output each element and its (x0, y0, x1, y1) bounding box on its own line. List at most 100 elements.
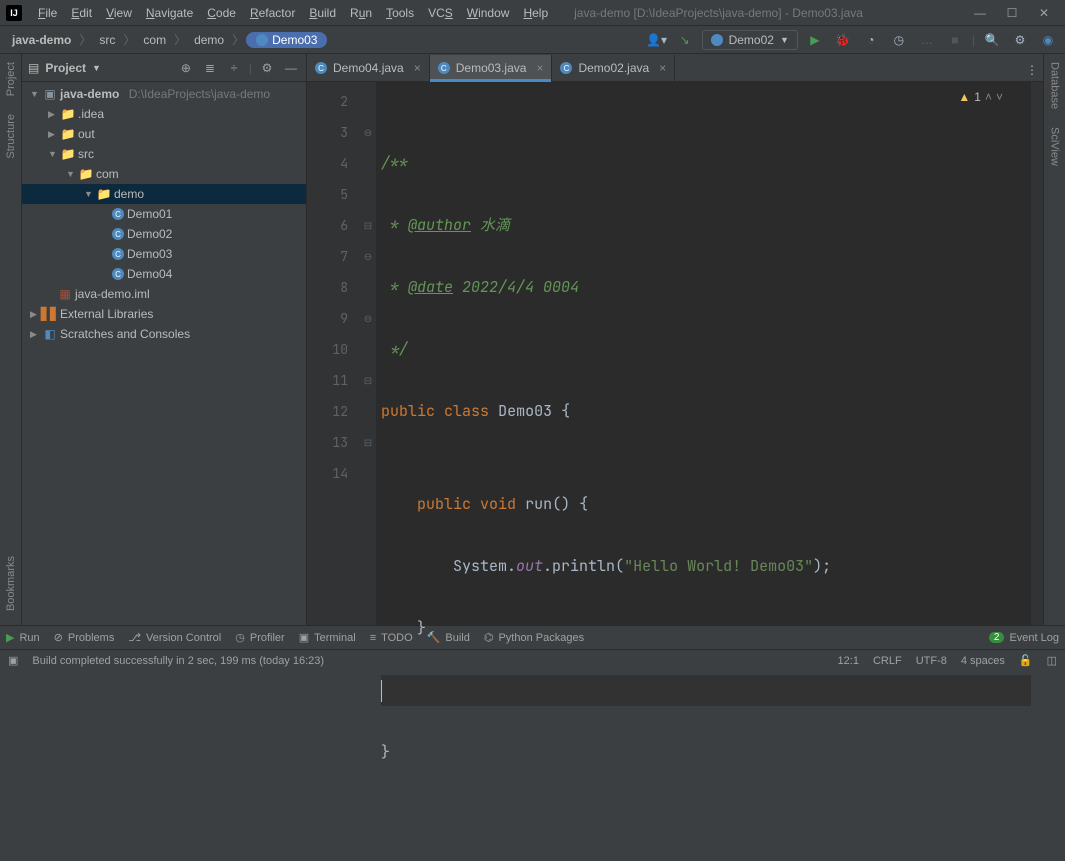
crumb-src[interactable]: src (93, 31, 121, 49)
coverage-button[interactable]: ◔ (860, 29, 882, 51)
expand-all-icon[interactable]: ≣ (201, 59, 219, 77)
menu-edit[interactable]: Edit (65, 4, 98, 22)
run-button[interactable]: ▶ (804, 29, 826, 51)
tab-options-icon[interactable]: ⋮ (1021, 59, 1043, 81)
editor-tab-demo03[interactable]: C Demo03.java × (430, 55, 553, 81)
editor-tab-demo02[interactable]: C Demo02.java × (552, 55, 675, 81)
inspection-badge[interactable]: ▲ 1 ˄ ˅ (958, 90, 1003, 104)
chevron-right-icon: 〉 (77, 31, 93, 48)
menu-help[interactable]: Help (517, 4, 554, 22)
chevron-down-icon[interactable]: ▼ (92, 63, 101, 73)
code-editor[interactable]: /** * @author 水滴 * @date 2022/4/4 0004 *… (377, 82, 1031, 625)
editor-gutter: 234 567 8910 111213 14 ⊖ ⊟⊖ ⊖ ⊟ ⊟ (307, 82, 377, 625)
tree-file-demo01[interactable]: C Demo01 (22, 204, 306, 224)
tw-vcs[interactable]: ⎇Version Control (128, 631, 221, 644)
crumb-demo[interactable]: demo (188, 31, 230, 49)
menu-build[interactable]: Build (303, 4, 342, 22)
tree-file-demo04[interactable]: C Demo04 (22, 264, 306, 284)
tree-iml[interactable]: ▦ java-demo.iml (22, 284, 306, 304)
users-icon[interactable]: 👤▾ (646, 29, 668, 51)
chevron-up-icon[interactable]: ˄ (985, 90, 992, 104)
close-tab-icon[interactable]: × (659, 61, 666, 75)
class-icon: C (560, 62, 572, 74)
close-button[interactable]: ✕ (1037, 6, 1051, 20)
code-line (381, 675, 1031, 706)
tree-idea[interactable]: ▶ 📁 .idea (22, 104, 306, 124)
tree-out[interactable]: ▶ 📁 out (22, 124, 306, 144)
menu-code[interactable]: Code (201, 4, 242, 22)
breadcrumb: java-demo 〉 src 〉 com 〉 demo 〉 Demo03 (6, 31, 646, 49)
search-icon[interactable]: 🔍 (981, 29, 1003, 51)
chevron-down-icon[interactable]: ˅ (996, 90, 1003, 104)
crumb-class[interactable]: Demo03 (246, 32, 327, 48)
tree-label: com (96, 167, 119, 181)
tree-label: External Libraries (60, 307, 153, 321)
source-folder-icon: 📁 (61, 147, 75, 161)
code-line: } (381, 737, 1031, 768)
tree-project-root[interactable]: ▼ ▣ java-demo D:\IdeaProjects\java-demo (22, 84, 306, 104)
tw-profiler[interactable]: ◷Profiler (235, 631, 284, 644)
tree-label: demo (114, 187, 144, 201)
scrollbar[interactable] (1031, 82, 1043, 625)
line-numbers: 234 567 8910 111213 14 (307, 86, 360, 625)
maximize-button[interactable]: ☐ (1005, 6, 1019, 20)
tw-run[interactable]: ▶Run (6, 631, 40, 644)
chevron-right-icon: 〉 (230, 31, 246, 48)
close-tab-icon[interactable]: × (414, 61, 421, 75)
profile-button[interactable]: ◷ (888, 29, 910, 51)
tw-problems[interactable]: ⊘Problems (54, 631, 115, 644)
tree-scratches[interactable]: ▶ ◧ Scratches and Consoles (22, 324, 306, 344)
tree-demo[interactable]: ▼ 📁 demo (22, 184, 306, 204)
hide-panel-icon[interactable]: — (282, 59, 300, 77)
build-hammer-icon[interactable]: ↘ (674, 29, 696, 51)
chevron-right-icon: 〉 (121, 31, 137, 48)
code-line: /** (381, 148, 1031, 179)
minimize-button[interactable]: — (973, 6, 987, 20)
attach-button[interactable]: … (916, 29, 938, 51)
settings-icon[interactable]: ⚙ (258, 59, 276, 77)
ide-status-icon[interactable]: ◫ (1047, 654, 1057, 667)
editor-tab-demo04[interactable]: C Demo04.java × (307, 55, 430, 81)
profiler-icon: ◷ (235, 631, 245, 644)
file-icon: ▦ (58, 287, 72, 301)
menu-run[interactable]: Run (344, 4, 378, 22)
tree-label: java-demo.iml (75, 287, 150, 301)
tree-src[interactable]: ▼ 📁 src (22, 144, 306, 164)
tree-external-libs[interactable]: ▶ ▋▋ External Libraries (22, 304, 306, 324)
menu-file[interactable]: File (32, 4, 63, 22)
debug-button[interactable]: 🐞 (832, 29, 854, 51)
menu-tools[interactable]: Tools (380, 4, 420, 22)
tool-bookmarks[interactable]: Bookmarks (5, 552, 17, 615)
run-config-selector[interactable]: Demo02 ▼ (702, 30, 798, 50)
menu-navigate[interactable]: Navigate (140, 4, 199, 22)
chevron-right-icon: 〉 (172, 31, 188, 48)
code-line: * @date 2022/4/4 0004 (381, 272, 1031, 303)
stop-button[interactable]: ■ (944, 29, 966, 51)
package-icon: 📁 (79, 167, 93, 181)
tool-database[interactable]: Database (1049, 58, 1061, 113)
tree-file-demo03[interactable]: C Demo03 (22, 244, 306, 264)
tool-structure[interactable]: Structure (5, 110, 17, 163)
class-icon: C (112, 248, 124, 260)
menu-refactor[interactable]: Refactor (244, 4, 301, 22)
menu-window[interactable]: Window (461, 4, 516, 22)
close-tab-icon[interactable]: × (536, 61, 543, 75)
branch-icon: ⎇ (128, 631, 141, 644)
tw-terminal[interactable]: ▣Terminal (299, 631, 356, 644)
notifications-icon[interactable]: ◉ (1037, 29, 1059, 51)
menu-vcs[interactable]: VCS (422, 4, 459, 22)
tool-project[interactable]: Project (5, 58, 17, 100)
status-icon[interactable]: ▣ (8, 654, 18, 667)
tool-sciview[interactable]: SciView (1049, 123, 1061, 170)
fold-marks[interactable]: ⊖ ⊟⊖ ⊖ ⊟ ⊟ (360, 86, 376, 625)
tree-file-demo02[interactable]: C Demo02 (22, 224, 306, 244)
tree-com[interactable]: ▼ 📁 com (22, 164, 306, 184)
crumb-com[interactable]: com (137, 31, 172, 49)
menu-view[interactable]: View (100, 4, 138, 22)
project-tree: ▼ ▣ java-demo D:\IdeaProjects\java-demo … (22, 82, 306, 625)
select-opened-icon[interactable]: ⊕ (177, 59, 195, 77)
tree-label: src (78, 147, 94, 161)
crumb-project[interactable]: java-demo (6, 31, 77, 49)
collapse-all-icon[interactable]: ÷ (225, 59, 243, 77)
settings-icon[interactable]: ⚙ (1009, 29, 1031, 51)
